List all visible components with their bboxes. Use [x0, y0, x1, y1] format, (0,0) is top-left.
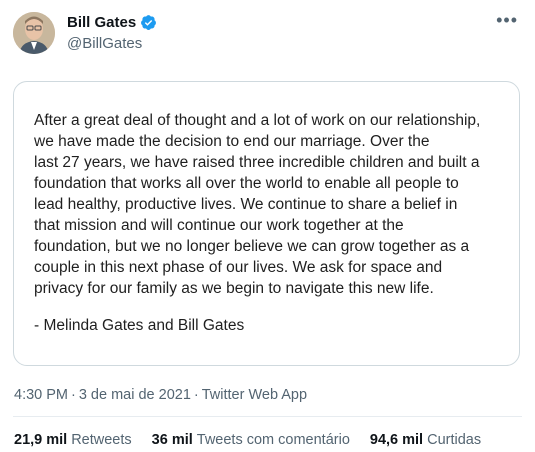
separator-dot: · [71, 387, 76, 403]
quotes-stat[interactable]: 36 mil Tweets com comentário [152, 432, 350, 448]
retweets-stat[interactable]: 21,9 mil Retweets [14, 432, 132, 448]
tweet-date[interactable]: 3 de mai de 2021 [79, 387, 191, 403]
tweet-time[interactable]: 4:30 PM [14, 387, 68, 403]
retweets-label: Retweets [71, 432, 132, 448]
tweet-stats: 21,9 mil Retweets 36 mil Tweets com coment… [14, 432, 501, 448]
avatar[interactable] [13, 12, 55, 54]
quotes-count: 36 mil [151, 432, 193, 448]
verified-badge-icon [140, 14, 157, 31]
avatar-image [13, 12, 55, 54]
author-name-row[interactable]: Bill Gates [67, 14, 157, 31]
statement-signature: - Melinda Gates and Bill Gates [34, 317, 245, 334]
likes-label: Curtidas [427, 432, 482, 448]
author-name[interactable]: Bill Gates [67, 14, 136, 31]
divider [13, 416, 522, 417]
statement-text: After a great deal of thought and a lot … [34, 112, 481, 297]
tweet-metadata: 4:30 PM · 3 de mai de 2021 · Twitter Web App [14, 387, 307, 403]
tweet-source[interactable]: Twitter Web App [202, 387, 307, 403]
likes-count: 94,6 mil [369, 432, 424, 448]
author-handle[interactable]: @BillGates [67, 35, 142, 52]
separator-dot: · [193, 387, 199, 403]
more-icon[interactable]: ••• [496, 10, 518, 31]
likes-stat[interactable]: 94,6 mil Curtidas [370, 432, 481, 448]
quotes-label: Tweets com comentário [196, 432, 350, 448]
retweets-count: 21,9 mil [14, 432, 68, 448]
